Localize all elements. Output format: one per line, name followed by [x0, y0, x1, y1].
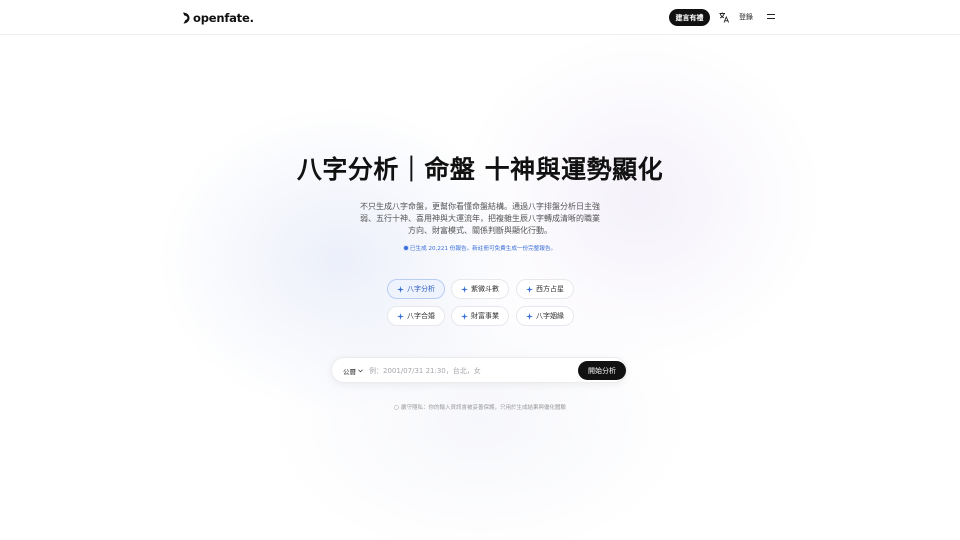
- logo[interactable]: openfate.: [182, 10, 254, 26]
- chip-wealth-career[interactable]: 財富事業: [451, 306, 509, 326]
- chip-bazi-compatibility[interactable]: 八字合婚: [387, 306, 445, 326]
- sparkle-icon: [397, 312, 404, 320]
- birth-info-input[interactable]: [369, 363, 569, 379]
- chip-label: 西方占星: [536, 285, 564, 293]
- sparkle-icon: [397, 285, 404, 293]
- calendar-type-select[interactable]: 公曆: [343, 366, 363, 376]
- sparkle-icon: [526, 312, 533, 320]
- page-title: 八字分析｜命盤 十神與運勢顯化: [296, 155, 664, 184]
- translate-icon[interactable]: [719, 12, 729, 23]
- chip-bazi-marriage[interactable]: 八字姻緣: [516, 306, 574, 326]
- logo-text: openfate.: [193, 11, 254, 25]
- feedback-reward-button[interactable]: 建言有禮: [669, 9, 710, 26]
- hero-description: 不只生成八字命盤，更幫你看懂命盤結構。通過八字排盤分析日主強弱、五行十神、喜用神…: [360, 202, 600, 235]
- calendar-type-label: 公曆: [343, 368, 356, 376]
- shield-icon: [394, 405, 399, 410]
- sparkle-icon: [526, 285, 533, 293]
- chip-label: 八字合婚: [407, 312, 435, 320]
- logo-icon: [183, 12, 190, 24]
- chip-western-astrology[interactable]: 西方占星: [516, 279, 574, 299]
- sparkle-icon: [461, 285, 468, 293]
- chip-ziwei[interactable]: 紫微斗數: [451, 279, 509, 299]
- chip-label: 八字姻緣: [536, 312, 564, 320]
- login-link[interactable]: 登錄: [739, 12, 753, 22]
- chevron-down-icon: [358, 369, 363, 373]
- menu-icon[interactable]: [767, 14, 775, 20]
- status-dot-icon: [403, 246, 408, 250]
- top-nav: openfate. 建言有禮 登錄: [0, 0, 960, 35]
- report-stat-text: 已生成 20,221 份報告。新註冊可免費生成一份完整報告。: [409, 246, 557, 252]
- start-analysis-button[interactable]: 開始分析: [578, 361, 626, 380]
- privacy-note: 嚴守隱私：你的輸入資訊會被妥善保護，只用於生成結果與優化體驗: [0, 403, 960, 411]
- chip-label: 八字分析: [407, 285, 435, 293]
- privacy-text: 嚴守隱私：你的輸入資訊會被妥善保護，只用於生成結果與優化體驗: [400, 405, 566, 411]
- sparkle-icon: [461, 312, 468, 320]
- report-stat: 已生成 20,221 份報告。新註冊可免費生成一份完整報告。: [0, 244, 960, 252]
- chip-bazi-analysis[interactable]: 八字分析: [387, 279, 445, 299]
- birth-search-bar: 公曆 開始分析: [331, 357, 627, 383]
- chip-label: 財富事業: [471, 312, 499, 320]
- chip-label: 紫微斗數: [471, 285, 499, 293]
- background-glow: [0, 0, 960, 540]
